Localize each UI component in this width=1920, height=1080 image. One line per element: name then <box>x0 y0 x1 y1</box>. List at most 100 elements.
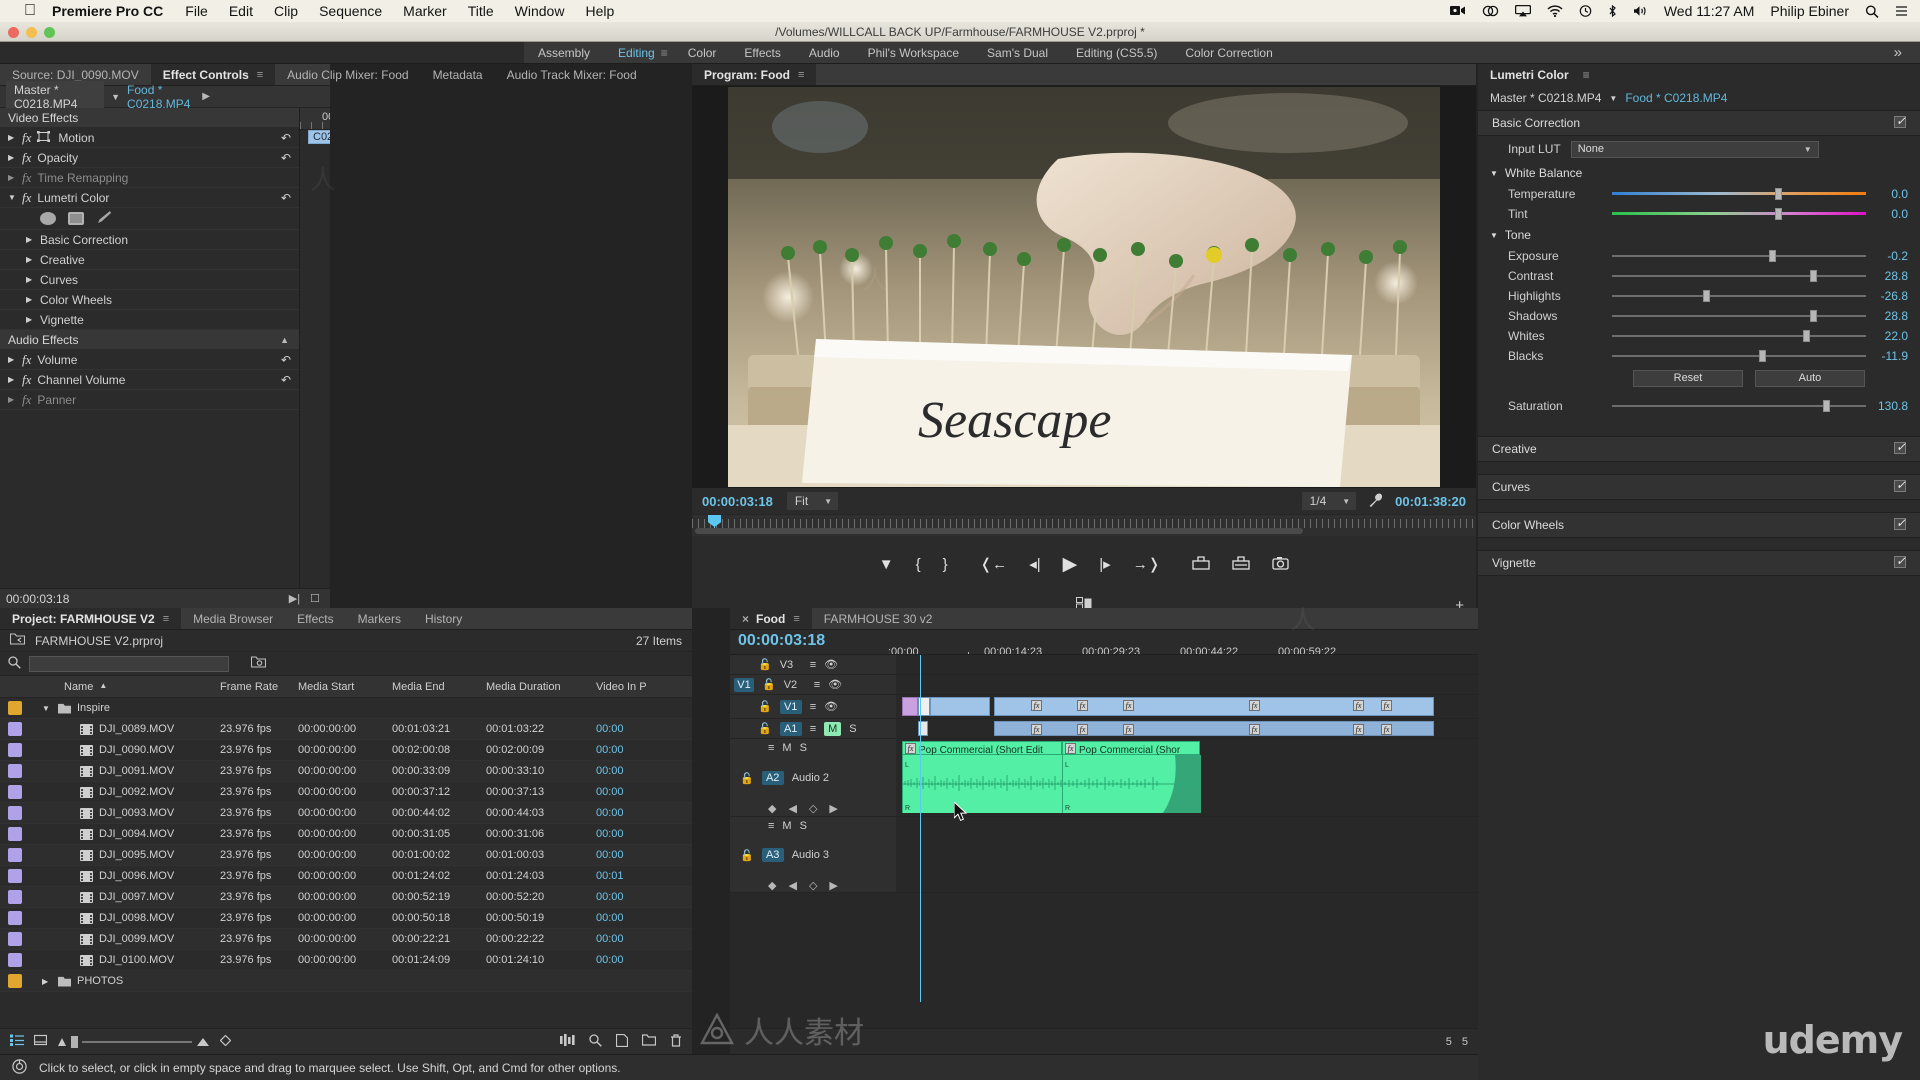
timeline-clip[interactable]: fx fx fx fx fx fx <box>994 721 1434 736</box>
slider-track[interactable] <box>1612 246 1866 266</box>
sync-lock-icon[interactable]: ≡ <box>810 723 816 735</box>
section-enable-checkbox[interactable] <box>1894 114 1906 131</box>
track-content-v3[interactable] <box>896 655 1478 675</box>
source-patch-v1[interactable]: V1 <box>734 677 754 692</box>
sequence-clip-label[interactable]: Food * C0218.MP4 <box>127 83 202 111</box>
tab-sequence-farmhouse-30-v2[interactable]: FARMHOUSE 30 v2 <box>812 608 945 629</box>
disclosure-triangle-icon[interactable]: ▶ <box>26 315 40 324</box>
track-content-a1[interactable]: fx fx fx fx fx fx <box>896 719 1478 739</box>
add-keyframe-icon[interactable]: ◆ <box>768 802 776 815</box>
slider-saturation[interactable]: Saturation 130.8 <box>1478 396 1920 416</box>
zoom-slider-icon[interactable] <box>57 1035 210 1048</box>
disclosure-triangle-open-icon[interactable]: ▼ <box>1490 169 1498 178</box>
pen-mask-icon[interactable] <box>96 210 112 227</box>
freeform-icon[interactable] <box>560 1033 575 1050</box>
add-keyframe-icon[interactable]: ◆ <box>768 879 776 892</box>
tab-sequence-food[interactable]: × Food ≡ <box>730 608 812 629</box>
sync-lock-icon[interactable]: ≡ <box>810 701 816 713</box>
time-machine-icon[interactable] <box>1579 5 1592 17</box>
item-color-swatch[interactable] <box>0 827 28 841</box>
table-row[interactable]: ▼ Inspire <box>0 698 692 719</box>
lift-icon[interactable] <box>1192 555 1210 573</box>
bluetooth-icon[interactable] <box>1608 5 1617 17</box>
solo-track-button[interactable]: S <box>800 742 807 754</box>
collapse-icon[interactable]: ▲ <box>280 335 289 345</box>
section-enable-checkbox[interactable] <box>1894 478 1906 495</box>
item-color-swatch[interactable] <box>0 974 28 988</box>
sync-lock-icon[interactable]: ≡ <box>768 742 774 754</box>
reset-effect-icon[interactable]: ↶ <box>281 353 291 367</box>
menu-file[interactable]: File <box>185 3 208 19</box>
menu-edit[interactable]: Edit <box>229 3 253 19</box>
effect-row-motion[interactable]: ▶ fx Motion ↶ <box>0 128 299 148</box>
effect-controls-timecode[interactable]: 00:00:03:18 <box>0 592 69 606</box>
workspace-overflow-icon[interactable]: » <box>1894 44 1920 61</box>
mark-out-icon[interactable]: } <box>943 557 948 572</box>
table-row[interactable]: DJI_0090.MOV 23.976 fps 00:00:00:00 00:02:0… <box>0 740 692 761</box>
track-name-v3[interactable]: V3 <box>780 659 802 671</box>
reset-effect-icon[interactable]: ↶ <box>281 191 291 205</box>
mute-track-button[interactable]: M <box>782 820 791 832</box>
creative-cloud-icon[interactable] <box>1482 5 1499 17</box>
program-monitor-ruler[interactable] <box>692 514 1476 536</box>
track-header-a1[interactable]: 🔓 A1 ≡ M S <box>730 719 896 739</box>
mark-in-icon[interactable]: { <box>916 557 921 572</box>
column-header-frame-rate[interactable]: Frame Rate <box>220 681 298 693</box>
menubar-user[interactable]: Philip Ebiner <box>1770 3 1849 19</box>
effect-row-lumetri-color[interactable]: ▼ fx Lumetri Color ↶ <box>0 188 299 208</box>
menu-clip[interactable]: Clip <box>274 3 298 19</box>
white-balance-group-header[interactable]: ▼ White Balance <box>1478 162 1920 184</box>
slider-value[interactable]: 22.0 <box>1874 329 1920 343</box>
tab-media-browser[interactable]: Media Browser <box>181 608 285 629</box>
effect-row-time-remapping[interactable]: ▶ fx Time Remapping <box>0 168 299 188</box>
disclosure-triangle-open-icon[interactable]: ▼ <box>1490 231 1498 240</box>
table-row[interactable]: DJI_0092.MOV 23.976 fps 00:00:00:00 00:00:3… <box>0 782 692 803</box>
slider-temperature[interactable]: Temperature 0.0 <box>1478 184 1920 204</box>
slider-knob[interactable] <box>1774 188 1782 200</box>
timeline-clip[interactable] <box>930 697 990 716</box>
track-header-a2[interactable]: ≡ M S 🔓 A2 Audio 2 ◆ ◀ ◇ ▶ <box>730 739 896 817</box>
workspace-tab-color[interactable]: Color <box>674 42 731 64</box>
menu-window[interactable]: Window <box>515 3 565 19</box>
audio-clip-pop-commercial-1[interactable]: fx Pop Commercial (Short Edit L R <box>902 741 1063 813</box>
column-header-video-in-point[interactable]: Video In P <box>596 681 682 693</box>
close-tab-icon[interactable]: × <box>742 612 749 626</box>
workspace-tab-editing[interactable]: Editing <box>604 42 669 64</box>
app-name-menu[interactable]: Premiere Pro CC <box>52 3 163 19</box>
column-header-media-duration[interactable]: Media Duration <box>486 681 596 693</box>
slider-shadows[interactable]: Shadows 28.8 <box>1478 306 1920 326</box>
tab-effects[interactable]: Effects <box>285 608 345 629</box>
effect-row-panner[interactable]: ▶ fx Panner <box>0 390 299 410</box>
input-lut-dropdown[interactable]: None ▼ <box>1570 140 1819 158</box>
audio-clip-pop-commercial-2[interactable]: fx Pop Commercial (Shor L R <box>1062 741 1201 813</box>
menubar-clock[interactable]: Wed 11:27 AM <box>1664 3 1755 19</box>
video-frame[interactable]: Seascape <box>728 87 1440 487</box>
slider-value[interactable]: 0.0 <box>1874 207 1920 221</box>
delete-icon[interactable] <box>670 1033 682 1050</box>
item-color-swatch[interactable] <box>0 743 28 757</box>
new-bin-icon[interactable] <box>641 1033 657 1050</box>
disclosure-triangle-icon[interactable]: ▶ <box>42 977 52 986</box>
track-content-a3[interactable] <box>896 817 1478 893</box>
lumetri-section-vignette[interactable]: Vignette <box>1478 550 1920 576</box>
effect-row-opacity[interactable]: ▶ fx Opacity ↶ <box>0 148 299 168</box>
lock-icon[interactable]: 🔓 <box>762 678 776 691</box>
wrench-icon[interactable] <box>1368 493 1383 510</box>
slider-value[interactable]: -0.2 <box>1874 249 1920 263</box>
extract-icon[interactable] <box>1232 555 1250 573</box>
slider-blacks[interactable]: Blacks -11.9 <box>1478 346 1920 366</box>
program-timecode[interactable]: 00:00:03:18 <box>702 494 773 509</box>
slider-track[interactable] <box>1612 396 1866 416</box>
disclosure-triangle-icon[interactable]: ▶ <box>26 295 40 304</box>
track-name-a3[interactable]: A3 <box>761 848 784 863</box>
disclosure-triangle-icon[interactable]: ▶ <box>8 355 22 364</box>
transform-icon[interactable] <box>37 130 52 145</box>
timeline-playhead[interactable] <box>920 655 921 1002</box>
workspace-tab-color-correction[interactable]: Color Correction <box>1171 42 1286 64</box>
lock-icon[interactable]: 🔓 <box>740 849 754 862</box>
panel-menu-icon[interactable]: ≡ <box>257 69 263 81</box>
disclosure-triangle-icon[interactable]: ▼ <box>42 704 52 713</box>
tone-group-header[interactable]: ▼ Tone <box>1478 224 1920 246</box>
toggle-track-output-icon[interactable]: 👁 <box>824 658 838 671</box>
lock-icon[interactable]: 🔓 <box>740 772 754 785</box>
